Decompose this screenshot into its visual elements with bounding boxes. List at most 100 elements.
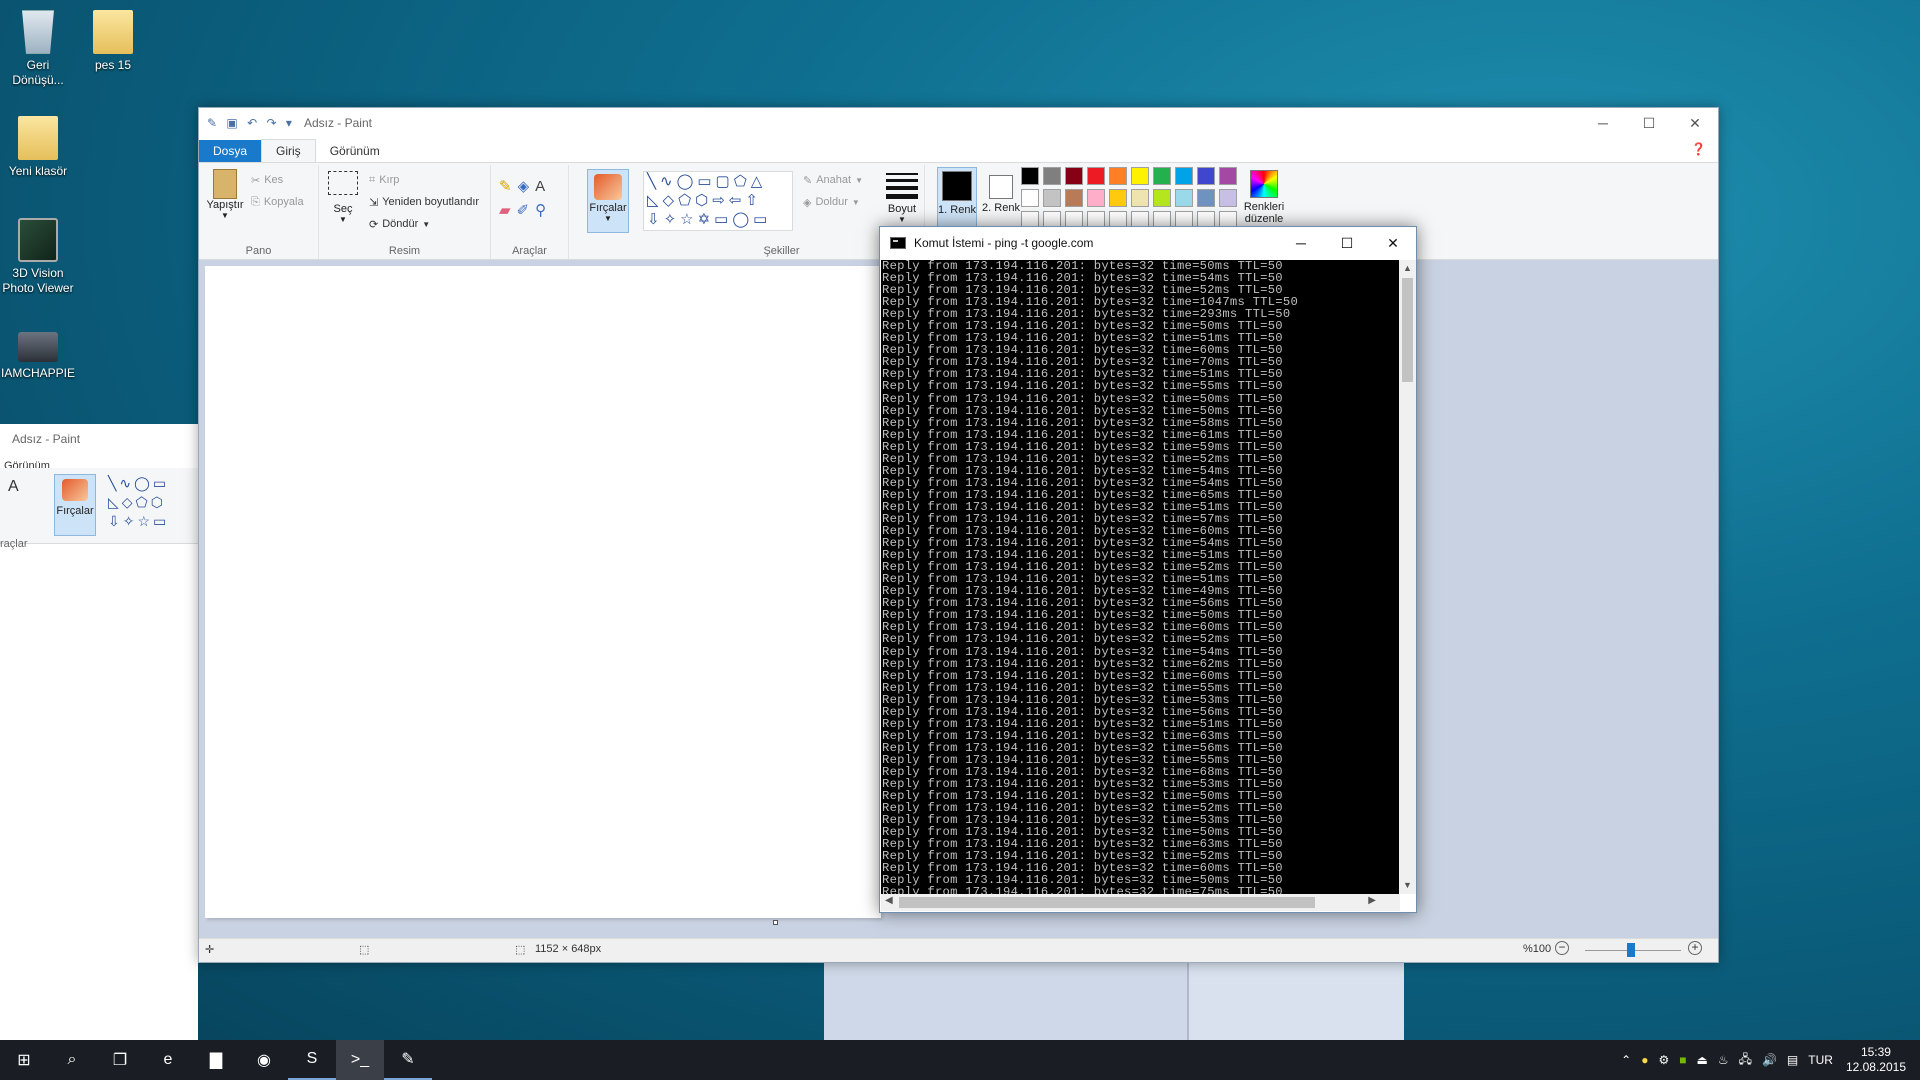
customize-qat-icon[interactable]: ▾ [286, 116, 292, 130]
pencil-icon[interactable]: ✎ [499, 178, 518, 195]
crop-button[interactable]: ⌗ Kırp [369, 169, 399, 191]
palette-color-swatch[interactable] [1219, 167, 1237, 185]
close-button[interactable]: ✕ [1370, 227, 1416, 259]
paste-button[interactable]: Yapıştır ▼ [205, 169, 245, 220]
save-icon[interactable]: ▣ [226, 116, 237, 130]
zoom-out-button[interactable]: − [1555, 941, 1569, 955]
drawing-canvas[interactable] [205, 266, 881, 918]
palette-color-swatch[interactable] [1219, 189, 1237, 207]
shapes-gallery[interactable]: ╲∿◯▭ ◺◇⬠⬡ ⇩✧☆▭ [108, 474, 198, 530]
desktop-icon-pes15[interactable]: pes 15 [75, 6, 151, 73]
maximize-button[interactable]: ☐ [1324, 227, 1370, 259]
text-tool-icon[interactable]: A [535, 178, 551, 195]
skype-app[interactable]: S [288, 1040, 336, 1080]
volume-icon[interactable]: 🔊 [1762, 1053, 1777, 1067]
background-paint-window[interactable]: Adsız - Paint Görünüm A Fırçalar ╲∿◯▭ ◺◇⬠… [0, 424, 198, 1040]
tab-gorunum[interactable]: Görünüm [316, 140, 394, 162]
brushes-button[interactable]: Fırçalar ▼ [587, 169, 629, 233]
edit-colors-button[interactable]: Renkleri düzenle [1239, 167, 1289, 231]
palette-color-swatch[interactable] [1131, 167, 1149, 185]
task-view-button[interactable]: ❐ [96, 1040, 144, 1080]
chrome-app[interactable]: ◉ [240, 1040, 288, 1080]
edge-app[interactable]: e [144, 1040, 192, 1080]
palette-color-swatch[interactable] [1065, 167, 1083, 185]
palette-color-swatch[interactable] [1021, 189, 1039, 207]
resize-button[interactable]: ⇲ Yeniden boyutlandır [369, 191, 479, 213]
color2-button[interactable]: 2. Renk [981, 167, 1021, 231]
start-button[interactable]: ⊞ [0, 1040, 48, 1080]
palette-color-swatch[interactable] [1109, 189, 1127, 207]
color-picker-icon[interactable]: ✐ [517, 202, 536, 219]
desktop-icon-recycle-bin[interactable]: Geri Dönüşü... [0, 6, 76, 88]
color1-button[interactable]: 1. Renk [937, 167, 977, 231]
file-explorer-app[interactable]: ▇ [192, 1040, 240, 1080]
desktop-icon-3d-vision[interactable]: 3D Vision Photo Viewer [0, 214, 76, 296]
scroll-right-icon[interactable]: ▶ [1368, 895, 1376, 906]
outline-button[interactable]: ✎ Anahat ▼ [803, 169, 863, 191]
search-button[interactable]: ⌕ [48, 1040, 96, 1080]
horizontal-scrollbar[interactable]: ◀ ▶ [881, 894, 1400, 911]
minimize-button[interactable]: ─ [1580, 108, 1626, 138]
palette-color-swatch[interactable] [1043, 189, 1061, 207]
text-tool-icon[interactable]: A [8, 478, 19, 496]
paint-app[interactable]: ✎ [384, 1040, 432, 1080]
magnifier-icon[interactable]: ⚲ [535, 202, 552, 219]
redo-icon[interactable]: ↷ [267, 116, 277, 130]
scroll-down-icon[interactable]: ▼ [1399, 877, 1416, 894]
notification-icon[interactable]: ● [1641, 1053, 1648, 1067]
shapes-gallery[interactable]: ╲∿◯▭▢⬠△ ◺◇⬠⬡⇨⇦⇧ ⇩✧☆✡▭◯▭ [643, 171, 793, 231]
eraser-icon[interactable]: ▰ [499, 202, 517, 219]
palette-color-swatch[interactable] [1197, 189, 1215, 207]
scrollbar-thumb[interactable] [1402, 278, 1413, 382]
palette-color-swatch[interactable] [1153, 189, 1171, 207]
palette-color-swatch[interactable] [1131, 189, 1149, 207]
zoom-in-button[interactable]: + [1688, 941, 1702, 955]
resize-handle[interactable] [773, 920, 778, 925]
palette-color-swatch[interactable] [1043, 167, 1061, 185]
palette-color-swatch[interactable] [1197, 167, 1215, 185]
clock[interactable]: 15:39 12.08.2015 [1846, 1045, 1906, 1075]
zoom-slider-thumb[interactable] [1627, 943, 1635, 957]
palette-color-swatch[interactable] [1021, 167, 1039, 185]
fill-icon[interactable]: ◈ [518, 178, 536, 195]
minimize-button[interactable]: ─ [1278, 227, 1324, 259]
select-button[interactable]: Seç ▼ [325, 171, 361, 224]
undo-icon[interactable]: ↶ [247, 116, 257, 130]
tab-dosya[interactable]: Dosya [199, 140, 262, 162]
palette-color-swatch[interactable] [1065, 189, 1083, 207]
palette-color-swatch[interactable] [1153, 167, 1171, 185]
brushes-button[interactable]: Fırçalar [54, 474, 96, 536]
steam-icon[interactable]: ♨ [1718, 1053, 1729, 1067]
palette-color-swatch[interactable] [1175, 167, 1193, 185]
desktop-icon-yeni-klasor[interactable]: Yeni klasör [0, 112, 76, 179]
help-icon[interactable]: ❓ [1691, 142, 1706, 156]
palette-color-swatch[interactable] [1109, 167, 1127, 185]
desktop-icon-iamchappie[interactable]: IAMCHAPPIE [0, 320, 76, 381]
scroll-up-icon[interactable]: ▲ [1399, 260, 1416, 277]
scrollbar-thumb[interactable] [899, 897, 1315, 908]
command-prompt-window[interactable]: Komut İstemi - ping -t google.com ─ ☐ ✕ … [879, 226, 1417, 913]
fill-button[interactable]: ◈ Doldur ▼ [803, 191, 860, 213]
close-button[interactable]: ✕ [1672, 108, 1718, 138]
size-button[interactable]: Boyut ▼ [881, 169, 923, 231]
rotate-button[interactable]: ⟳ Döndür ▼ [369, 213, 430, 235]
cmd-app[interactable]: >_ [336, 1040, 384, 1080]
language-indicator[interactable]: TUR [1808, 1053, 1833, 1067]
copy-button[interactable]: ⎘ Kopyala [251, 191, 304, 213]
tab-giris[interactable]: Giriş [261, 139, 316, 162]
console-output[interactable]: Reply from 173.194.116.201: bytes=32 tim… [881, 260, 1399, 894]
network-icon[interactable]: 🖧 [1739, 1050, 1752, 1071]
cut-button[interactable]: ✂ Kes [251, 169, 283, 191]
palette-color-swatch[interactable] [1087, 167, 1105, 185]
safely-remove-icon[interactable]: ⏏ [1696, 1053, 1707, 1067]
nvidia-icon[interactable]: ■ [1679, 1053, 1686, 1067]
image-size: 1152 × 648px [535, 943, 602, 955]
action-center-icon[interactable]: ▤ [1787, 1053, 1798, 1067]
maximize-button[interactable]: ☐ [1626, 108, 1672, 138]
network-adapter-icon[interactable]: ⚙ [1658, 1053, 1669, 1067]
vertical-scrollbar[interactable]: ▲ ▼ [1399, 260, 1416, 894]
scroll-left-icon[interactable]: ◀ [885, 895, 893, 906]
palette-color-swatch[interactable] [1087, 189, 1105, 207]
chevron-up-icon[interactable]: ⌃ [1621, 1053, 1631, 1067]
palette-color-swatch[interactable] [1175, 189, 1193, 207]
